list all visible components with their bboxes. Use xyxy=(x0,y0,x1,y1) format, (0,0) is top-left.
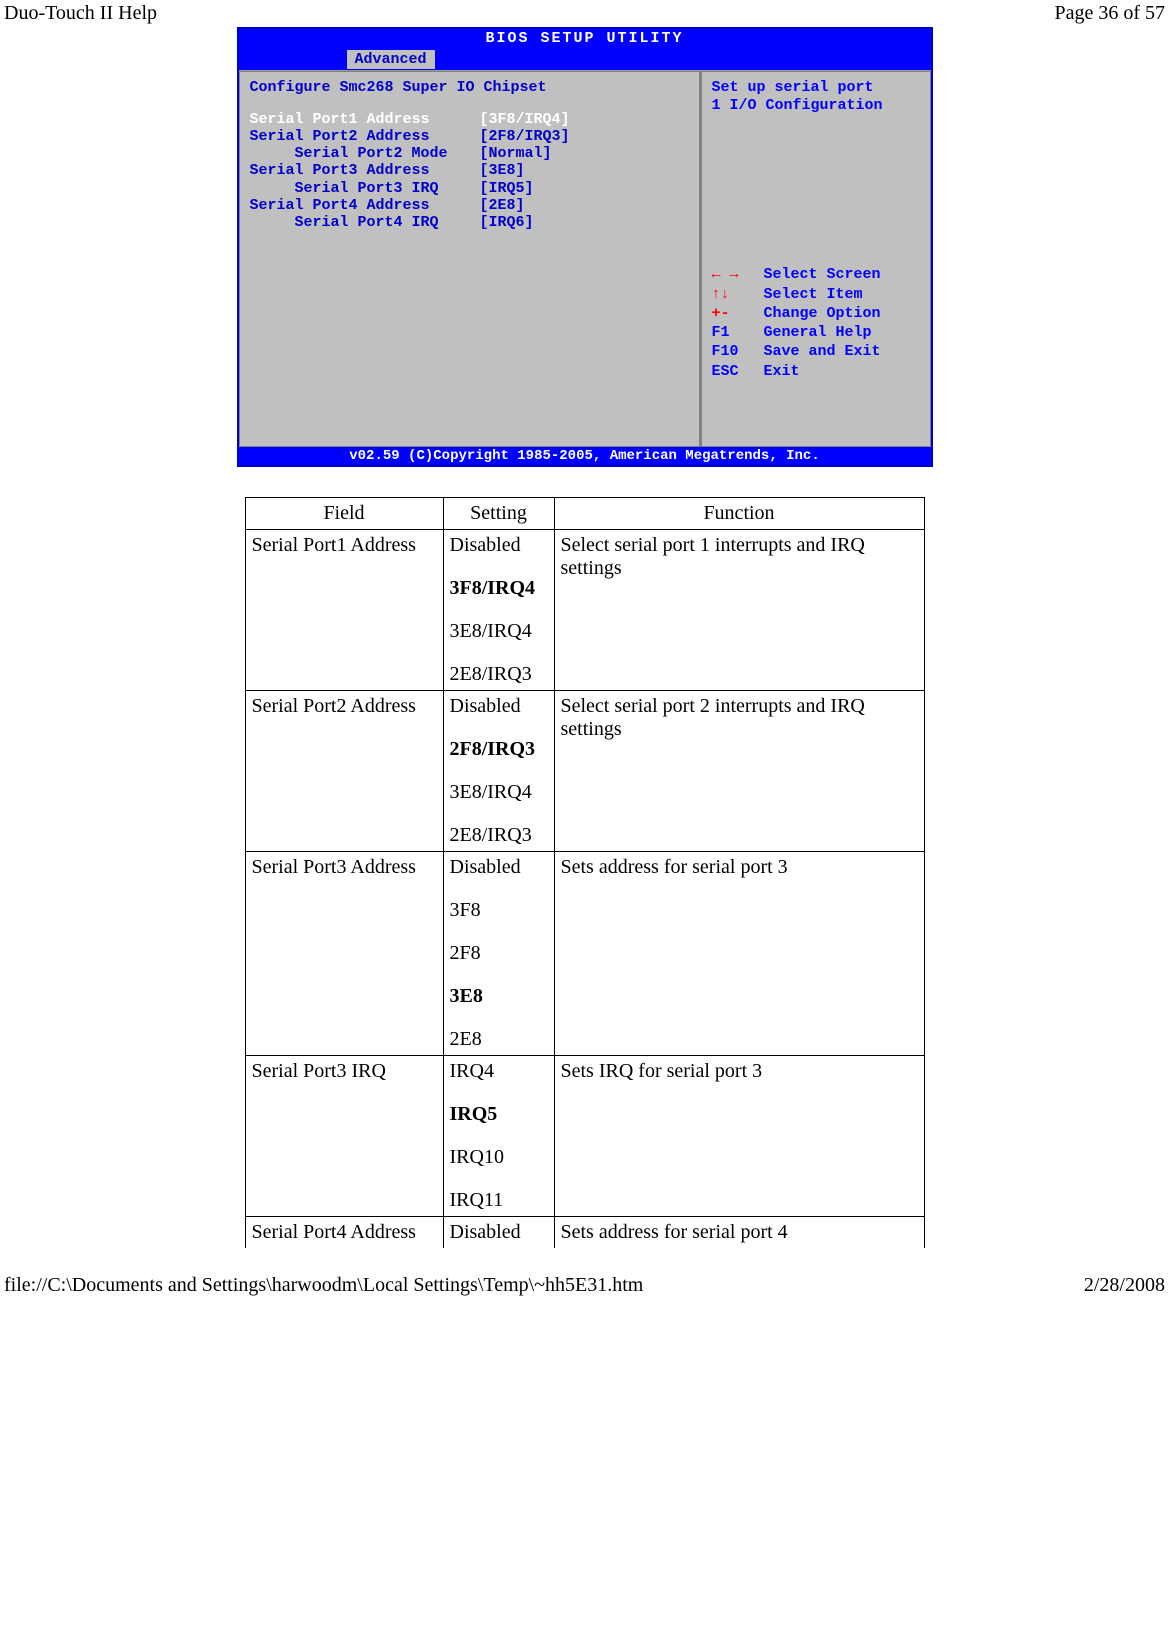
table-row: Serial Port1 Address Disabled 3F8/IRQ4 3E8/… xyxy=(245,530,924,691)
table-row: Serial Port4 Address Disabled Sets address… xyxy=(245,1217,924,1249)
setting-option: Disabled xyxy=(450,695,548,718)
bios-nav-label: Select Item xyxy=(764,286,863,303)
cell-field: Serial Port1 Address xyxy=(245,530,443,691)
setting-option: 3E8/IRQ4 xyxy=(450,620,548,643)
bios-nav-label: Exit xyxy=(764,363,800,380)
cell-setting: Disabled 3F8/IRQ4 3E8/IRQ4 2E8/IRQ3 xyxy=(443,530,554,691)
cell-field: Serial Port3 Address xyxy=(245,852,443,1056)
setting-option: 3F8/IRQ4 xyxy=(450,577,548,600)
setting-option: Disabled xyxy=(450,856,548,879)
file-path: file://C:\Documents and Settings\harwood… xyxy=(4,1274,643,1297)
setting-option: 2F8 xyxy=(450,942,548,965)
bios-config-heading: Configure Smc268 Super IO Chipset xyxy=(250,79,689,96)
setting-option: 3E8/IRQ4 xyxy=(450,781,548,804)
bios-setting-row: Serial Port4 Address[2E8] xyxy=(250,197,689,214)
cell-field: Serial Port3 IRQ xyxy=(245,1056,443,1217)
cell-setting: Disabled 3F8 2F8 3E8 2E8 xyxy=(443,852,554,1056)
bios-main-panel: Configure Smc268 Super IO Chipset Serial… xyxy=(239,71,701,447)
bios-nav-label: General Help xyxy=(764,324,872,341)
bios-setting-row: Serial Port2 Mode[Normal] xyxy=(250,145,689,162)
col-function: Function xyxy=(554,498,924,530)
bios-setting-row: Serial Port3 Address[3E8] xyxy=(250,162,689,179)
bios-nav-key: F10 xyxy=(712,343,764,360)
setting-option: Disabled xyxy=(450,1221,548,1244)
bios-nav-key: +- xyxy=(712,305,764,322)
table-row: Serial Port2 Address Disabled 2F8/IRQ3 3E8/… xyxy=(245,691,924,852)
setting-option: Disabled xyxy=(450,534,548,557)
setting-option: 3E8 xyxy=(450,985,548,1008)
setting-option: 2E8/IRQ3 xyxy=(450,824,548,847)
bios-nav-key: ESC xyxy=(712,363,764,380)
bios-nav-row: +-Change Option xyxy=(712,305,920,322)
tab-advanced: Advanced xyxy=(347,50,435,69)
bios-setting-label: Serial Port1 Address xyxy=(250,111,480,128)
bios-setting-row: Serial Port4 IRQ[IRQ6] xyxy=(250,214,689,231)
table-row: Serial Port3 IRQ IRQ4 IRQ5 IRQ10 IRQ11 Sets I… xyxy=(245,1056,924,1217)
table-row: Serial Port3 Address Disabled 3F8 2F8 3E8 2E8… xyxy=(245,852,924,1056)
bios-nav-row: F10Save and Exit xyxy=(712,343,920,360)
cell-function: Sets address for serial port 3 xyxy=(554,852,924,1056)
bios-nav-label: Change Option xyxy=(764,305,881,322)
cell-field: Serial Port2 Address xyxy=(245,691,443,852)
bios-title: BIOS SETUP UTILITY xyxy=(239,29,931,48)
bios-setting-label: Serial Port4 Address xyxy=(250,197,480,214)
bios-setting-label: Serial Port3 Address xyxy=(250,162,480,179)
setting-option: 3F8 xyxy=(450,899,548,922)
col-setting: Setting xyxy=(443,498,554,530)
bios-nav-key: ↑↓ xyxy=(712,286,764,303)
bios-setting-value: [2E8] xyxy=(480,197,525,214)
bios-setting-value: [IRQ5] xyxy=(480,180,534,197)
cell-function: Sets address for serial port 4 xyxy=(554,1217,924,1249)
bios-setting-row: Serial Port2 Address[2F8/IRQ3] xyxy=(250,128,689,145)
bios-setting-value: [3F8/IRQ4] xyxy=(480,111,570,128)
bios-nav-label: Save and Exit xyxy=(764,343,881,360)
help-title: Duo-Touch II Help xyxy=(4,2,157,25)
bios-setting-label: Serial Port4 IRQ xyxy=(250,214,480,231)
bios-setting-value: [IRQ6] xyxy=(480,214,534,231)
cell-field: Serial Port4 Address xyxy=(245,1217,443,1249)
setting-option: IRQ11 xyxy=(450,1189,548,1212)
bios-screenshot: BIOS SETUP UTILITY Advanced Configure Sm… xyxy=(237,27,933,467)
bios-setting-label: Serial Port2 Address xyxy=(250,128,480,145)
bios-setting-row: Serial Port3 IRQ[IRQ5] xyxy=(250,180,689,197)
cell-setting: IRQ4 IRQ5 IRQ10 IRQ11 xyxy=(443,1056,554,1217)
page-header: Duo-Touch II Help Page 36 of 57 xyxy=(0,0,1169,27)
bios-help-line2: 1 I/O Configuration xyxy=(712,97,920,114)
bios-nav-label: Select Screen xyxy=(764,266,881,283)
page-footer: file://C:\Documents and Settings\harwood… xyxy=(0,1272,1169,1299)
settings-table: Field Setting Function Serial Port1 Addr… xyxy=(245,497,925,1248)
setting-option: IRQ4 xyxy=(450,1060,548,1083)
bios-help-panel: Set up serial port 1 I/O Configuration ←… xyxy=(701,71,931,447)
setting-option: 2E8 xyxy=(450,1028,548,1051)
cell-setting: Disabled xyxy=(443,1217,554,1249)
bios-nav-key: F1 xyxy=(712,324,764,341)
file-date: 2/28/2008 xyxy=(1084,1274,1165,1297)
bios-nav-row: F1General Help xyxy=(712,324,920,341)
bios-setting-row: Serial Port1 Address[3F8/IRQ4] xyxy=(250,111,689,128)
cell-setting: Disabled 2F8/IRQ3 3E8/IRQ4 2E8/IRQ3 xyxy=(443,691,554,852)
setting-option: 2E8/IRQ3 xyxy=(450,663,548,686)
bios-nav-row: ↑↓Select Item xyxy=(712,286,920,303)
bios-setting-value: [2F8/IRQ3] xyxy=(480,128,570,145)
bios-setting-value: [Normal] xyxy=(480,145,552,162)
bios-copyright: v02.59 (C)Copyright 1985-2005, American … xyxy=(239,447,931,465)
col-field: Field xyxy=(245,498,443,530)
bios-setting-value: [3E8] xyxy=(480,162,525,179)
cell-function: Select serial port 2 interrupts and IRQ … xyxy=(554,691,924,852)
cell-function: Select serial port 1 interrupts and IRQ … xyxy=(554,530,924,691)
bios-nav-row: ← →Select Screen xyxy=(712,266,920,283)
cell-function: Sets IRQ for serial port 3 xyxy=(554,1056,924,1217)
setting-option: IRQ10 xyxy=(450,1146,548,1169)
setting-option: 2F8/IRQ3 xyxy=(450,738,548,761)
bios-nav-row: ESCExit xyxy=(712,363,920,380)
bios-nav-key: ← → xyxy=(712,266,764,283)
bios-setting-label: Serial Port2 Mode xyxy=(250,145,480,162)
bios-help-line1: Set up serial port xyxy=(712,79,920,96)
setting-option: IRQ5 xyxy=(450,1103,548,1126)
bios-setting-label: Serial Port3 IRQ xyxy=(250,180,480,197)
page-number: Page 36 of 57 xyxy=(1054,2,1165,25)
bios-tab-bar: Advanced xyxy=(239,48,931,70)
